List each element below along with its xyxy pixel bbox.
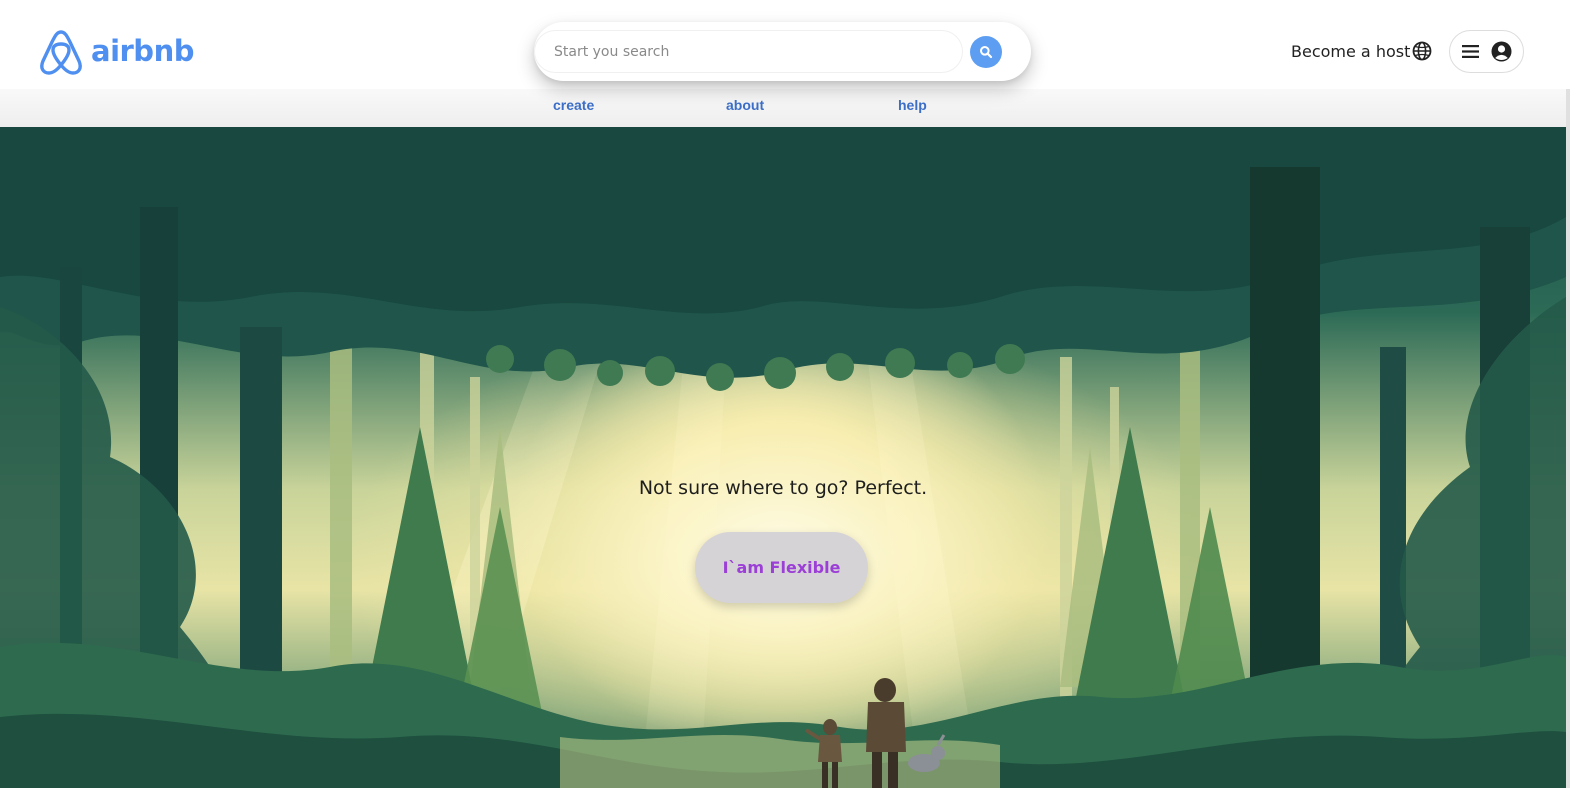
hamburger-icon [1461,45,1479,58]
sub-navigation: create about help [0,89,1566,127]
search-input[interactable]: Start you search [534,30,963,73]
become-a-host-link[interactable]: Become a host [1291,42,1410,61]
forest-illustration [0,127,1566,788]
search-bar: Start you search [534,22,1031,81]
hero-banner: Not sure where to go? Perfect. I`am Flex… [0,127,1566,788]
nav-link-create[interactable]: create [553,97,594,113]
top-header: airbnb Start you search Become a host [0,0,1587,89]
nav-link-help[interactable]: help [898,97,927,113]
hero-tagline: Not sure where to go? Perfect. [638,477,928,499]
nav-link-about[interactable]: about [726,97,764,113]
airbnb-logo[interactable]: airbnb [38,28,194,76]
search-icon [980,46,993,59]
search-button[interactable] [970,36,1002,68]
scrollbar-thumb[interactable] [1566,0,1570,788]
brand-name: airbnb [91,33,194,68]
flexible-button[interactable]: I`am Flexible [695,532,868,603]
globe-icon[interactable] [1412,41,1432,61]
airbnb-logo-icon [40,30,82,75]
user-circle-icon [1491,41,1511,62]
user-menu-button[interactable] [1449,30,1524,73]
